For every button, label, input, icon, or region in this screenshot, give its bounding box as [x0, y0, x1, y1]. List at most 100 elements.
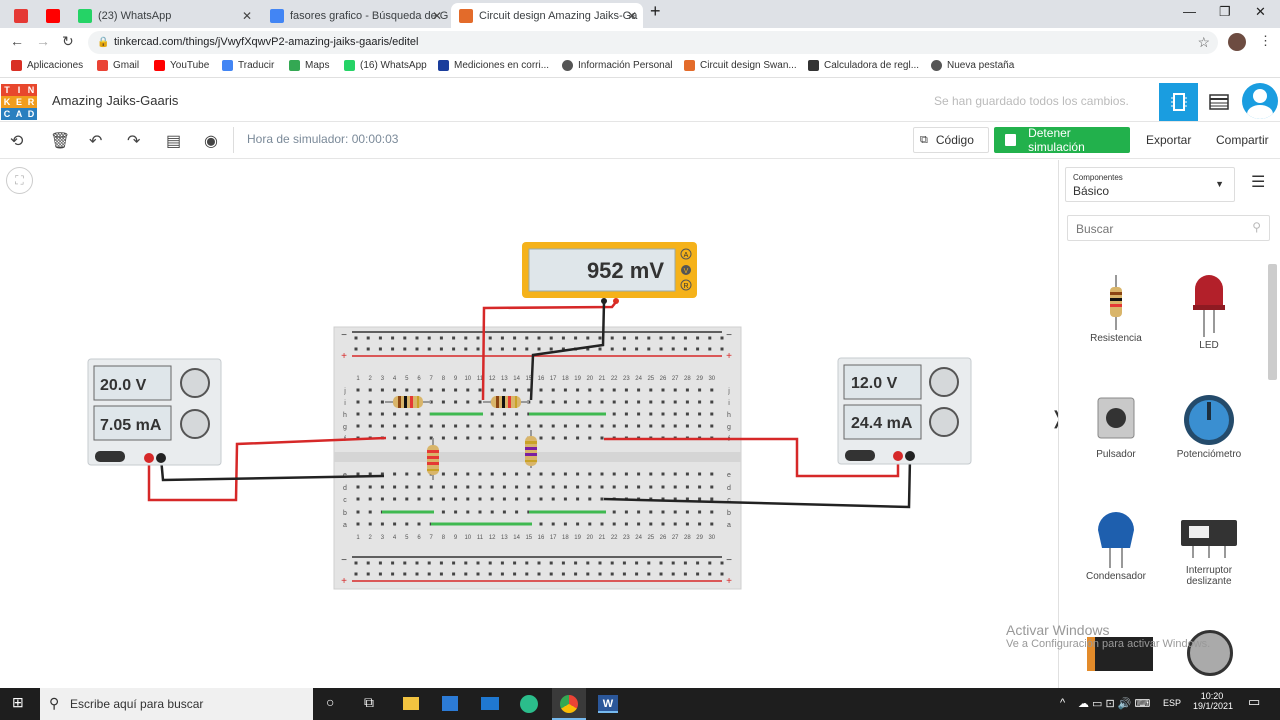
breadboard-hole[interactable] — [661, 412, 665, 416]
breadboard-hole[interactable] — [659, 561, 663, 565]
breadboard-hole[interactable] — [708, 572, 712, 576]
breadboard-hole[interactable] — [454, 485, 458, 489]
breadboard-hole[interactable] — [490, 424, 494, 428]
breadboard-hole[interactable] — [683, 347, 687, 351]
breadboard-hole[interactable] — [612, 510, 616, 514]
breadboard-hole[interactable] — [454, 400, 458, 404]
bookmark-item[interactable]: Nueva pestaña — [931, 60, 1014, 71]
breadboard-hole[interactable] — [439, 336, 443, 340]
breadboard-hole[interactable] — [635, 561, 639, 565]
breadboard-hole[interactable] — [466, 485, 470, 489]
breadboard-hole[interactable] — [649, 400, 653, 404]
breadboard-hole[interactable] — [576, 400, 580, 404]
breadboard-hole[interactable] — [586, 572, 590, 576]
breadboard-hole[interactable] — [671, 561, 675, 565]
breadboard-hole[interactable] — [478, 510, 482, 514]
tray-chevron-icon[interactable]: ^ — [1060, 697, 1065, 709]
breadboard-hole[interactable] — [624, 510, 628, 514]
breadboard-hole[interactable] — [576, 497, 580, 501]
new-tab-button[interactable]: + — [650, 1, 661, 22]
breadboard-hole[interactable] — [539, 472, 543, 476]
bookmark-item[interactable]: Circuit design Swan... — [684, 60, 797, 71]
breadboard-hole[interactable] — [612, 522, 616, 526]
notifications-icon[interactable]: ▭ — [1248, 694, 1260, 710]
file-explorer-icon[interactable] — [403, 697, 419, 710]
breadboard-hole[interactable] — [513, 347, 517, 351]
breadboard-hole[interactable] — [685, 510, 689, 514]
breadboard-hole[interactable] — [417, 388, 421, 392]
breadboard-hole[interactable] — [720, 561, 724, 565]
breadboard-hole[interactable] — [600, 424, 604, 428]
breadboard-hole[interactable] — [551, 424, 555, 428]
breadboard-hole[interactable] — [466, 472, 470, 476]
chrome-taskbar-button[interactable] — [552, 688, 586, 720]
breadboard-hole[interactable] — [561, 561, 565, 565]
breadboard-hole[interactable] — [500, 347, 504, 351]
breadboard-hole[interactable] — [710, 412, 714, 416]
breadboard-hole[interactable] — [696, 572, 700, 576]
component-capacitor[interactable]: Condensador — [1071, 508, 1161, 582]
breadboard-hole[interactable] — [439, 572, 443, 576]
store-icon[interactable] — [442, 696, 458, 711]
breadboard-hole[interactable] — [441, 436, 445, 440]
export-button[interactable]: Exportar — [1140, 127, 1205, 153]
breadboard-hole[interactable] — [380, 424, 384, 428]
breadboard-hole[interactable] — [649, 424, 653, 428]
breadboard-hole[interactable] — [466, 388, 470, 392]
breadboard-hole[interactable] — [393, 412, 397, 416]
breadboard-hole[interactable] — [502, 472, 506, 476]
breadboard-hole[interactable] — [466, 497, 470, 501]
breadboard-hole[interactable] — [685, 388, 689, 392]
breadboard-hole[interactable] — [588, 388, 592, 392]
breadboard-hole[interactable] — [588, 472, 592, 476]
breadboard-hole[interactable] — [588, 436, 592, 440]
breadboard-hole[interactable] — [708, 347, 712, 351]
breadboard-hole[interactable] — [647, 347, 651, 351]
windows-start-icon[interactable]: ⊞ — [12, 694, 24, 711]
breadboard-hole[interactable] — [600, 436, 604, 440]
breadboard-hole[interactable] — [403, 347, 407, 351]
breadboard-hole[interactable] — [368, 510, 372, 514]
breadboard-hole[interactable] — [539, 400, 543, 404]
profile-avatar[interactable] — [1228, 33, 1246, 51]
project-title[interactable]: Amazing Jaiks-Gaaris — [52, 93, 178, 108]
breadboard-hole[interactable] — [403, 561, 407, 565]
bookmark-item[interactable]: Maps — [289, 60, 329, 71]
forward-icon[interactable]: → — [36, 33, 50, 49]
breadboard-hole[interactable] — [574, 572, 578, 576]
breadboard-hole[interactable] — [696, 561, 700, 565]
negative-terminal[interactable] — [156, 453, 166, 463]
power-switch[interactable] — [845, 450, 875, 461]
breadboard-hole[interactable] — [588, 400, 592, 404]
breadboard-hole[interactable] — [427, 336, 431, 340]
voltage-knob[interactable] — [929, 367, 959, 397]
breadboard-hole[interactable] — [515, 412, 519, 416]
breadboard-hole[interactable] — [659, 336, 663, 340]
breadboard-hole[interactable] — [476, 336, 480, 340]
breadboard-hole[interactable] — [391, 572, 395, 576]
breadboard-hole[interactable] — [588, 424, 592, 428]
bookmark-item[interactable]: Calculadora de regl... — [808, 60, 919, 71]
breadboard-hole[interactable] — [415, 572, 419, 576]
positive-terminal[interactable] — [893, 451, 903, 461]
breadboard-hole[interactable] — [598, 347, 602, 351]
breadboard-hole[interactable] — [391, 561, 395, 565]
breadboard-hole[interactable] — [720, 347, 724, 351]
breadboard-hole[interactable] — [490, 436, 494, 440]
breadboard-hole[interactable] — [624, 424, 628, 428]
breadboard-hole[interactable] — [710, 485, 714, 489]
breadboard-hole[interactable] — [500, 336, 504, 340]
breadboard-hole[interactable] — [537, 561, 541, 565]
breadboard-hole[interactable] — [391, 347, 395, 351]
share-button[interactable]: Compartir — [1210, 127, 1272, 153]
breadboard-hole[interactable] — [685, 472, 689, 476]
breadboard-hole[interactable] — [586, 336, 590, 340]
breadboard-hole[interactable] — [527, 424, 531, 428]
breadboard-hole[interactable] — [429, 424, 433, 428]
breadboard-hole[interactable] — [708, 336, 712, 340]
breadboard-hole[interactable] — [600, 400, 604, 404]
breadboard-hole[interactable] — [417, 472, 421, 476]
breadboard-hole[interactable] — [527, 497, 531, 501]
breadboard-hole[interactable] — [685, 412, 689, 416]
breadboard-hole[interactable] — [637, 388, 641, 392]
